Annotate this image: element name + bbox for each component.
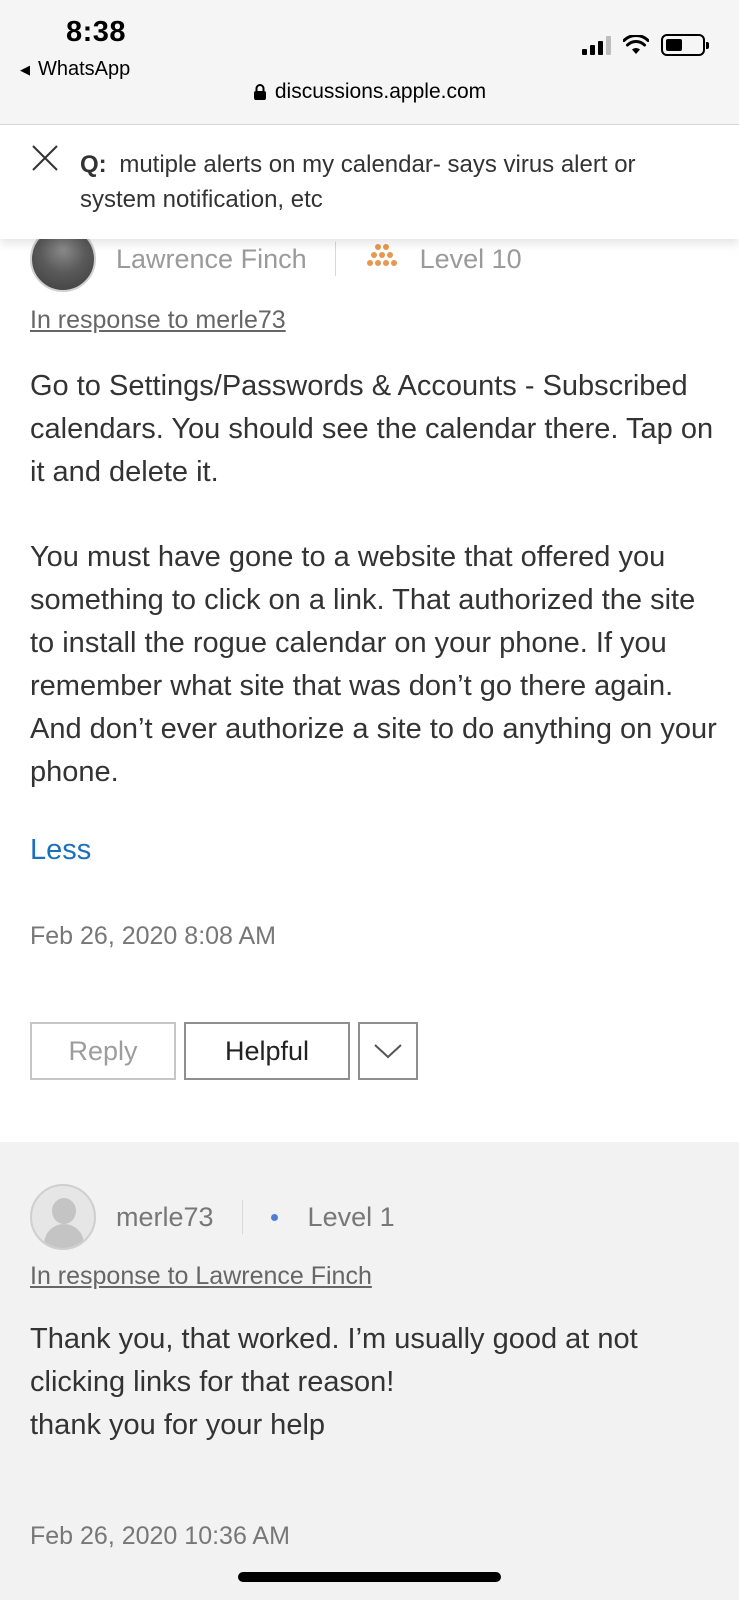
close-icon[interactable] [30,143,60,173]
divider [334,242,336,276]
battery-icon [661,34,709,56]
divider [241,1200,243,1234]
less-link[interactable]: Less [30,834,91,867]
back-app-label: WhatsApp [38,58,131,80]
author-row: merle73 Level 1 [30,1184,395,1250]
in-response-link[interactable]: In response to Lawrence Finch [30,1262,372,1291]
chevron-down-icon [374,1044,402,1059]
address-bar[interactable]: discussions.apple.com [0,80,739,104]
url-text: discussions.apple.com [274,80,487,103]
post-line: thank you for your help [30,1409,326,1441]
question-text: mutiple alerts on my calendar- says viru… [80,151,636,213]
status-time: 8:38 [66,16,127,48]
post-actions: Reply Helpful [30,1022,418,1080]
author-name[interactable]: Lawrence Finch [116,244,307,275]
level-10-icon [364,244,400,274]
wifi-icon [623,35,649,54]
page: 8:38 ◀ WhatsApp discussions.apple.com Q:… [0,0,739,1600]
user-level: Level 1 [307,1201,395,1232]
question-banner: Q: mutiple alerts on my calendar- says v… [0,125,739,239]
reply-post-merle73: merle73 Level 1 In response to Lawrence … [0,1142,739,1600]
home-indicator[interactable] [238,1572,501,1582]
post-line: Thank you, that worked. I’m usually good… [30,1323,638,1398]
post-paragraph: Thank you, that worked. I’m usually good… [30,1318,720,1447]
author-name[interactable]: merle73 [116,1202,214,1233]
system-icons [582,34,709,56]
post-date: Feb 26, 2020 8:08 AM [30,922,277,950]
browser-header: 8:38 ◀ WhatsApp discussions.apple.com [0,0,739,125]
back-triangle-icon: ◀ [20,61,30,77]
helpful-button[interactable]: Helpful [184,1022,350,1080]
reply-post-lawrence: Lawrence Finch Level 10 In response to m… [0,210,739,1142]
reply-button[interactable]: Reply [30,1022,176,1080]
question-label: Q: [80,151,107,178]
post-date: Feb 26, 2020 10:36 AM [30,1522,290,1550]
more-options-button[interactable] [358,1022,418,1080]
avatar-placeholder-icon[interactable] [30,1184,96,1250]
back-to-app-button[interactable]: ◀ WhatsApp [20,58,130,81]
post-paragraph: Go to Settings/Passwords & Accounts - Su… [30,370,714,488]
post-paragraph: You must have gone to a website that off… [30,541,717,788]
user-level: Level 10 [419,243,522,274]
level-1-icon [270,1213,278,1221]
question-title: Q: mutiple alerts on my calendar- says v… [80,147,700,217]
cellular-signal-icon [582,35,611,55]
lock-icon [253,84,266,100]
in-response-link[interactable]: In response to merle73 [30,306,286,335]
